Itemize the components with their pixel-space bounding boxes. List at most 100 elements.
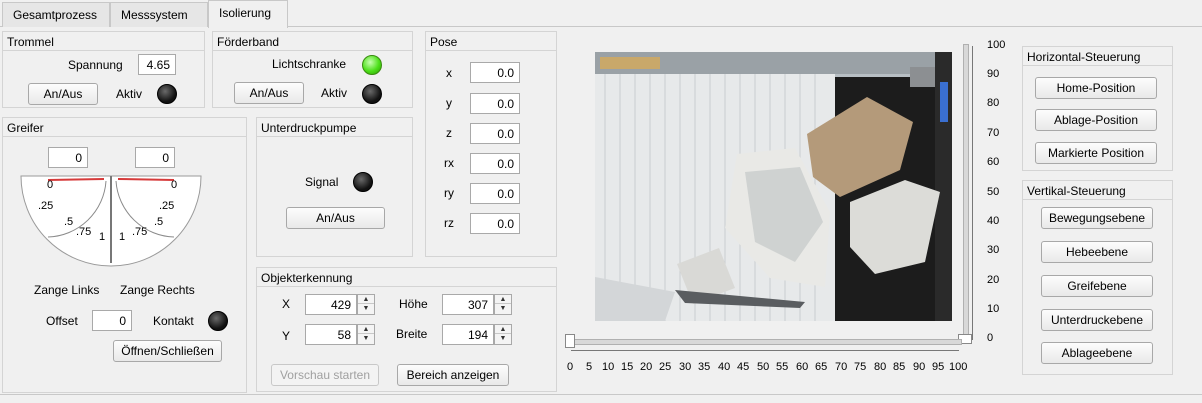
breite-spinner[interactable]: ▲ ▼ xyxy=(494,324,512,345)
v-tick-50: 50 xyxy=(987,186,1000,198)
gauge-left-tick: .25 xyxy=(38,200,54,212)
foerderband-onoff-button[interactable]: An/Aus xyxy=(234,82,304,104)
pose-rx-field[interactable]: 0.0 xyxy=(470,153,520,174)
spin-down-icon[interactable]: ▼ xyxy=(358,334,374,343)
h-tick: 45 xyxy=(737,361,750,373)
foerderband-aktiv-label: Aktiv xyxy=(321,86,348,100)
h-tick: 15 xyxy=(621,361,634,373)
greifer-left-value[interactable]: 0 xyxy=(48,147,88,168)
spin-up-icon[interactable]: ▲ xyxy=(358,325,374,334)
tab-label: Isolierung xyxy=(219,6,272,20)
pose-ry-field[interactable]: 0.0 xyxy=(470,183,520,204)
pose-ry-label: ry xyxy=(444,186,454,200)
trommel-panel: Trommel Spannung 4.65 An/Aus Aktiv xyxy=(2,31,205,108)
greifer-right-value[interactable]: 0 xyxy=(135,147,175,168)
h-tick-labels: 0 5 10 15 20 25 30 35 40 45 50 55 60 65 … xyxy=(565,361,970,375)
h-tick: 75 xyxy=(854,361,867,373)
gauge-right-tick: .25 xyxy=(159,200,175,212)
pose-x-label: x xyxy=(446,66,452,80)
kontakt-label: Kontakt xyxy=(153,314,194,328)
objekt-x-label: X xyxy=(282,297,291,311)
unterdruckebene-button[interactable]: Unterdruckebene xyxy=(1041,309,1153,331)
v-tick-20: 20 xyxy=(987,274,1000,286)
pose-x-field[interactable]: 0.0 xyxy=(470,62,520,83)
tab-gesamtprozess[interactable]: Gesamtprozess xyxy=(2,2,110,27)
gauge-right-tick: .75 xyxy=(132,226,148,238)
trommel-onoff-button[interactable]: An/Aus xyxy=(28,83,98,105)
tab-messsystem[interactable]: Messsystem xyxy=(110,2,208,27)
h-tick: 55 xyxy=(776,361,789,373)
v-tick-70: 70 xyxy=(987,127,1000,139)
home-position-button[interactable]: Home-Position xyxy=(1035,77,1157,99)
pose-z-field[interactable]: 0.0 xyxy=(470,123,520,144)
h-tick: 5 xyxy=(586,361,593,373)
h-tick: 80 xyxy=(874,361,887,373)
spin-up-icon[interactable]: ▲ xyxy=(495,325,511,334)
pose-y-label: y xyxy=(446,96,452,110)
horizontal-slider-scale xyxy=(571,350,959,358)
spannung-field[interactable]: 4.65 xyxy=(138,54,176,75)
signal-label: Signal xyxy=(305,175,339,189)
spin-down-icon[interactable]: ▼ xyxy=(358,304,374,313)
spin-up-icon[interactable]: ▲ xyxy=(495,295,511,304)
spin-down-icon[interactable]: ▼ xyxy=(495,334,511,343)
hoehe-field[interactable]: 307 xyxy=(442,294,494,315)
gauge-right-tick: 1 xyxy=(119,231,126,243)
vertical-slider-track[interactable] xyxy=(963,44,969,342)
gauge-left-tick: 0 xyxy=(47,179,54,191)
gauge-right-tick: .5 xyxy=(154,216,164,228)
preview-start-button[interactable]: Vorschau starten xyxy=(271,364,379,386)
horizontal-control-panel: Horizontal-Steuerung Home-Position Ablag… xyxy=(1022,46,1173,171)
tab-isolierung[interactable]: Isolierung xyxy=(208,0,288,28)
greifebene-button[interactable]: Greifebene xyxy=(1041,275,1153,297)
markierte-position-button[interactable]: Markierte Position xyxy=(1035,142,1157,164)
offset-field[interactable]: 0 xyxy=(92,310,132,331)
ablageebene-button[interactable]: Ablageebene xyxy=(1041,342,1153,364)
unterdruck-panel: Unterdruckpumpe Signal An/Aus xyxy=(256,117,413,257)
bewegungsebene-button[interactable]: Bewegungsebene xyxy=(1041,207,1153,229)
tab-bar: Gesamtprozess Messsystem Isolierung xyxy=(0,0,1202,28)
bottom-divider xyxy=(0,394,1202,395)
objekt-panel: Objekterkennung X 429 ▲ ▼ Höhe 307 ▲ ▼ Y 5… xyxy=(256,267,557,392)
v-tick-30: 30 xyxy=(987,244,1000,256)
vertical-control-title: Vertikal-Steuerung xyxy=(1023,181,1172,200)
ablage-position-button[interactable]: Ablage-Position xyxy=(1035,109,1157,131)
h-tick: 50 xyxy=(757,361,770,373)
spannung-label: Spannung xyxy=(68,58,123,72)
v-tick-80: 80 xyxy=(987,97,1000,109)
h-tick: 30 xyxy=(679,361,692,373)
open-close-button[interactable]: Öffnen/Schließen xyxy=(113,340,222,362)
pose-panel: Pose x 0.0 y 0.0 z 0.0 rx 0.0 ry 0.0 rz … xyxy=(425,31,557,257)
h-tick: 65 xyxy=(815,361,828,373)
foerderband-aktiv-led xyxy=(362,84,382,104)
tab-label: Messsystem xyxy=(121,8,188,22)
vertical-control-panel: Vertikal-Steuerung Bewegungsebene Hebeeb… xyxy=(1022,180,1173,375)
pose-title: Pose xyxy=(426,32,556,51)
spin-down-icon[interactable]: ▼ xyxy=(495,304,511,313)
breite-field[interactable]: 194 xyxy=(442,324,494,345)
zange-links-label: Zange Links xyxy=(34,283,100,297)
horizontal-control-title: Horizontal-Steuerung xyxy=(1023,47,1172,66)
h-tick: 20 xyxy=(640,361,653,373)
v-tick-0: 0 xyxy=(987,332,994,344)
h-tick: 95 xyxy=(932,361,945,373)
pose-rz-field[interactable]: 0.0 xyxy=(470,213,520,234)
horizontal-slider-track[interactable] xyxy=(569,339,962,345)
h-tick: 70 xyxy=(835,361,848,373)
pose-y-field[interactable]: 0.0 xyxy=(470,93,520,114)
show-area-button[interactable]: Bereich anzeigen xyxy=(397,364,509,386)
hebeebene-button[interactable]: Hebeebene xyxy=(1041,241,1153,263)
pose-z-label: z xyxy=(446,126,452,140)
horizontal-slider-thumb[interactable] xyxy=(565,334,575,348)
h-tick: 85 xyxy=(893,361,906,373)
hoehe-spinner[interactable]: ▲ ▼ xyxy=(494,294,512,315)
objekt-x-spinner[interactable]: ▲ ▼ xyxy=(357,294,375,315)
h-tick: 35 xyxy=(698,361,711,373)
objekt-y-field[interactable]: 58 xyxy=(305,324,357,345)
objekt-x-field[interactable]: 429 xyxy=(305,294,357,315)
objekt-y-spinner[interactable]: ▲ ▼ xyxy=(357,324,375,345)
unterdruck-onoff-button[interactable]: An/Aus xyxy=(286,207,385,229)
spin-up-icon[interactable]: ▲ xyxy=(358,295,374,304)
gauge-left-tick: .5 xyxy=(64,216,74,228)
objekt-title: Objekterkennung xyxy=(257,268,556,287)
